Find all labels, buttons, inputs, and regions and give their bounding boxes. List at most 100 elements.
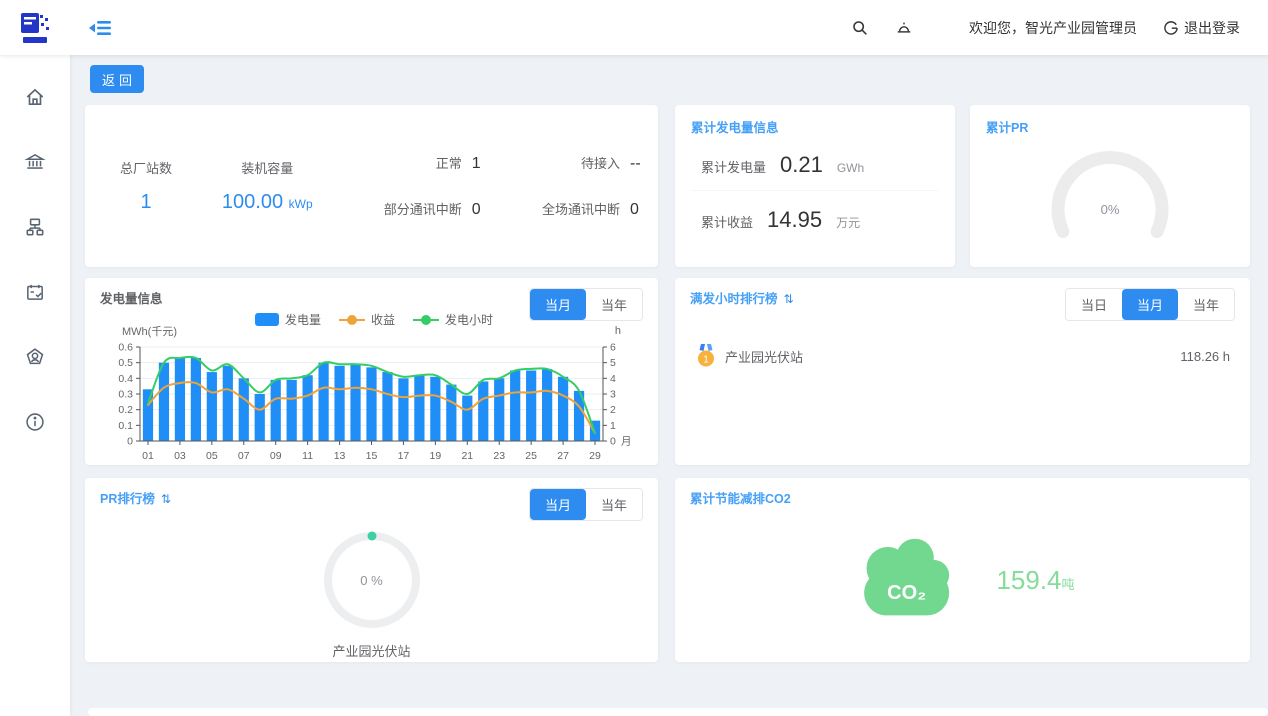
co2-cloud-icon: CO₂ [850, 521, 968, 639]
app-logo[interactable] [0, 10, 70, 46]
logout-button[interactable]: 退出登录 [1163, 18, 1240, 38]
cumulative-pr-card: 累计PR 0% [970, 105, 1250, 267]
info-icon [24, 411, 46, 433]
pr-rank-card: PR排行榜⇅ 当月 当年 0 % 产业园光伏站 [85, 478, 658, 662]
search-icon[interactable] [851, 19, 869, 37]
right-axis-label: h [615, 325, 621, 337]
cumulative-pr-title: 累计PR [986, 117, 1234, 136]
full-hours-period-tabs: 当日 当月 当年 [1065, 288, 1235, 321]
cumulative-revenue-row: 累计收益 14.95 万元 [691, 191, 939, 245]
svg-text:07: 07 [238, 450, 250, 462]
legend-hours[interactable]: 发电小时 [413, 311, 493, 328]
welcome-text: 欢迎您，智光产业园管理员 [969, 18, 1137, 38]
top-header: 欢迎您，智光产业园管理员 退出登录 [0, 0, 1268, 55]
rank-row: 1 产业园光伏站 118.26 h [690, 343, 1235, 369]
capacity-label: 装机容量 [197, 158, 337, 177]
pr-gauge: 0% [986, 138, 1234, 246]
left-axis-label: MWh(千元) [122, 323, 177, 339]
svg-text:0.4: 0.4 [118, 373, 133, 385]
capacity-unit: kWp [289, 197, 313, 211]
cumulative-generation-title: 累计发电量信息 [691, 117, 939, 136]
badge-icon [24, 346, 46, 368]
svg-text:15: 15 [366, 450, 378, 462]
sidebar-item-calendar[interactable] [15, 272, 55, 312]
full-hours-rank-title: 满发小时排行榜⇅ [690, 288, 794, 307]
cumulative-generation-card: 累计发电量信息 累计发电量 0.21 GWh 累计收益 14.95 万元 [675, 105, 955, 267]
status-partial-interrupt: 部分通讯中断 0 [371, 199, 489, 219]
tab-current-day[interactable]: 当日 [1066, 289, 1122, 320]
svg-text:19: 19 [430, 450, 442, 462]
tab-current-month[interactable]: 当月 [530, 489, 586, 520]
calendar-check-icon [24, 281, 46, 303]
cumulative-generation-row: 累计发电量 0.21 GWh [691, 136, 939, 191]
svg-text:3: 3 [610, 389, 616, 401]
generation-chart-card: 发电量信息 当月 当年 发电量 收益 发电小时 MWh(千元) h 0 0 [85, 278, 658, 465]
svg-text:13: 13 [334, 450, 346, 462]
collapse-menu-icon [88, 18, 112, 38]
pr-donut-station: 产业园光伏站 [332, 641, 410, 660]
svg-text:0.6: 0.6 [118, 342, 133, 354]
svg-text:6: 6 [610, 342, 616, 354]
co2-card: 累计节能减排CO2 CO₂ 159.4吨 [675, 478, 1250, 662]
total-stations-label: 总厂站数 [95, 158, 197, 177]
generation-chart-title: 发电量信息 [100, 288, 163, 307]
enterprise-icon [24, 151, 46, 173]
svg-text:09: 09 [270, 450, 282, 462]
pr-gauge-arc [1058, 157, 1162, 231]
svg-text:0: 0 [610, 436, 616, 448]
sidebar-item-home[interactable] [15, 77, 55, 117]
sort-icon[interactable]: ⇅ [161, 492, 171, 506]
svg-text:0.3: 0.3 [118, 389, 133, 401]
tab-current-month[interactable]: 当月 [530, 289, 586, 320]
svg-text:0: 0 [127, 436, 133, 448]
generation-chart-period-tabs: 当月 当年 [529, 288, 643, 321]
co2-title: 累计节能减排CO2 [690, 488, 1235, 507]
sidebar-collapse-button[interactable] [88, 18, 112, 38]
logo-icon [18, 10, 52, 46]
svg-text:05: 05 [206, 450, 218, 462]
co2-value: 159.4 [996, 565, 1061, 595]
sidebar-item-enterprise[interactable] [15, 142, 55, 182]
svg-text:4: 4 [610, 373, 616, 385]
svg-text:0.1: 0.1 [118, 420, 133, 432]
status-pending: 待接入 -- [530, 153, 648, 173]
logout-label: 退出登录 [1184, 18, 1240, 38]
sidebar-item-topology[interactable] [15, 207, 55, 247]
total-stations-value: 1 [95, 191, 197, 214]
back-button[interactable]: 返回 [90, 65, 144, 93]
pr-gauge-value: 0% [986, 202, 1234, 217]
pr-rank-period-tabs: 当月 当年 [529, 488, 643, 521]
svg-text:01: 01 [142, 450, 154, 462]
tab-current-year[interactable]: 当年 [1178, 289, 1234, 320]
legend-revenue[interactable]: 收益 [339, 311, 395, 328]
svg-text:03: 03 [174, 450, 186, 462]
tab-current-year[interactable]: 当年 [586, 289, 642, 320]
pr-rank-title: PR排行榜⇅ [100, 488, 171, 507]
sort-icon[interactable]: ⇅ [784, 292, 794, 306]
generation-swatch [255, 313, 279, 326]
hours-swatch-dot [421, 315, 431, 325]
svg-text:17: 17 [398, 450, 410, 462]
capacity-value: 100.00 kWp [197, 191, 337, 214]
sidebar-item-info[interactable] [15, 402, 55, 442]
tab-current-year[interactable]: 当年 [586, 489, 642, 520]
svg-text:2: 2 [610, 404, 616, 416]
home-icon [24, 86, 46, 108]
horizontal-scrollbar-track[interactable] [88, 708, 1268, 716]
svg-text:0.2: 0.2 [118, 404, 133, 416]
svg-text:月: 月 [621, 436, 632, 448]
rank-station-value: 118.26 h [1180, 349, 1230, 364]
pr-donut-value: 0 % [317, 573, 427, 588]
legend-generation[interactable]: 发电量 [255, 311, 321, 328]
chart-legend: 发电量 收益 发电小时 [255, 311, 493, 328]
svg-text:0.5: 0.5 [118, 357, 133, 369]
revenue-swatch [339, 319, 365, 321]
pr-donut: 0 % 产业园光伏站 [100, 525, 643, 660]
svg-text:25: 25 [525, 450, 537, 462]
alarm-icon[interactable] [895, 19, 913, 37]
pr-donut-dot [367, 532, 376, 541]
sidebar-item-badge[interactable] [15, 337, 55, 377]
tab-current-month[interactable]: 当月 [1122, 289, 1178, 320]
full-hours-rank-card: 满发小时排行榜⇅ 当日 当月 当年 1 产业园光伏站 118.26 h [675, 278, 1250, 465]
svg-text:23: 23 [493, 450, 505, 462]
